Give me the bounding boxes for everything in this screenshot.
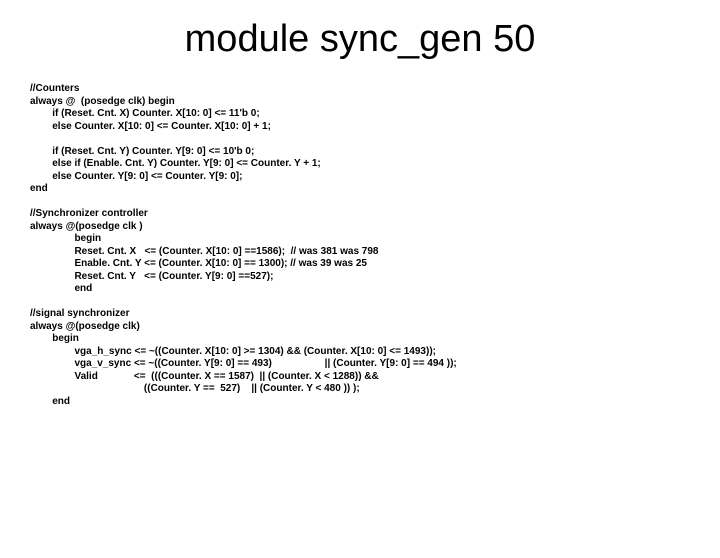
- code-block: //Counters always @ (posedge clk) begin …: [30, 83, 720, 408]
- slide-title: module sync_gen 50: [0, 18, 720, 61]
